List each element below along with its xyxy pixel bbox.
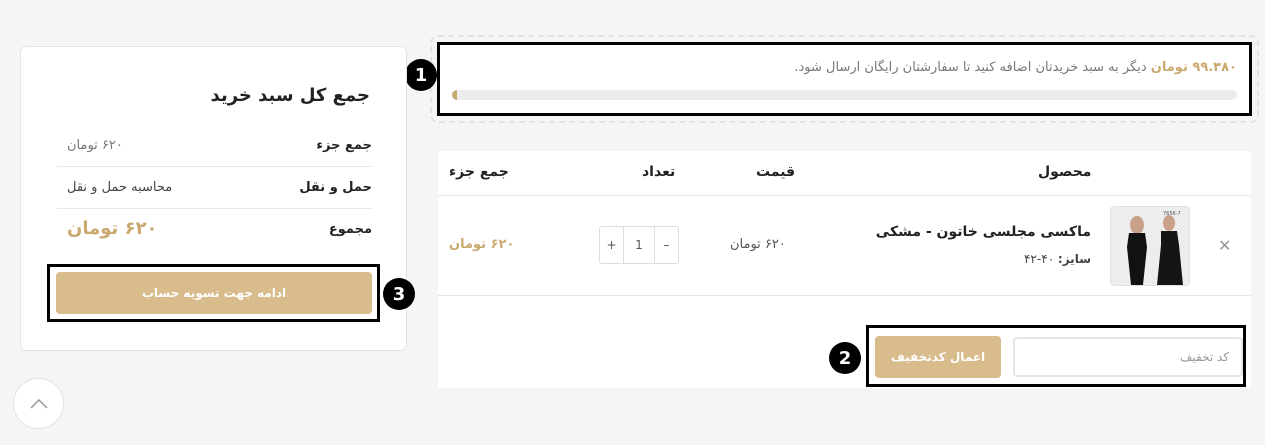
total-label: مجموع — [328, 222, 372, 237]
progress-fill — [452, 90, 457, 100]
apply-coupon-button[interactable]: اعمال کدتخفیف — [875, 336, 1001, 378]
product-price: ۶۲۰ تومان — [730, 237, 786, 252]
free-shipping-progress-bar — [452, 90, 1237, 100]
proceed-to-checkout-button[interactable]: ادامه جهت تسویه حساب — [56, 272, 372, 314]
close-icon[interactable]: ✕ — [1218, 236, 1231, 255]
cart-item-row: ✕ 7656-7 ماکسی مجلسی خاتون - مشکی سایز: … — [438, 196, 1251, 296]
product-size: سایز: ۴۰-۴۲ — [1024, 252, 1091, 266]
totals-shipping-row: حمل و نقل محاسبه حمل و نقل — [57, 167, 372, 209]
product-name[interactable]: ماکسی مجلسی خاتون - مشکی — [876, 224, 1091, 240]
annotation-badge-3: 3 — [383, 278, 415, 310]
size-value: ۴۰-۴۲ — [1023, 252, 1055, 266]
cart-totals-title: جمع کل سبد خرید — [210, 85, 370, 106]
total-value: ۶۲۰ تومان — [67, 218, 158, 239]
cart-table-header: محصول قیمت تعداد جمع جزء — [438, 151, 1251, 196]
quantity-input[interactable]: 1 — [623, 227, 655, 263]
annotation-badge-1: 1 — [405, 59, 437, 91]
free-shipping-notice: ۹۹.۳۸۰ تومان دیگر به سبد خریدتان اضافه ک… — [437, 42, 1252, 116]
totals-subtotal-row: جمع جزء ۶۲۰ تومان — [57, 125, 372, 167]
annotation-badge-2: 2 — [829, 342, 861, 374]
dress-image-icon: 7656-7 — [1111, 207, 1189, 285]
column-header-quantity: تعداد — [642, 164, 676, 180]
shipping-calculator-link[interactable]: محاسبه حمل و نقل — [67, 180, 172, 195]
remaining-amount: ۹۹.۳۸۰ تومان — [1150, 60, 1237, 75]
scroll-to-top-button[interactable] — [13, 378, 64, 429]
coupon-section: اعمال کدتخفیف — [866, 325, 1246, 387]
product-thumbnail[interactable]: 7656-7 — [1110, 206, 1190, 286]
coupon-code-input[interactable] — [1013, 337, 1243, 377]
item-subtotal: ۶۲۰ تومان — [449, 237, 515, 252]
decrease-quantity-button[interactable]: – — [655, 227, 678, 263]
increase-quantity-button[interactable]: + — [600, 227, 623, 263]
column-header-price: قیمت — [756, 164, 796, 180]
free-shipping-message: ۹۹.۳۸۰ تومان دیگر به سبد خریدتان اضافه ک… — [794, 60, 1237, 75]
subtotal-label: جمع جزء — [316, 138, 372, 153]
svg-text:7656-7: 7656-7 — [1163, 211, 1181, 217]
subtotal-value: ۶۲۰ تومان — [67, 138, 123, 153]
size-label: سایز: — [1057, 252, 1091, 266]
column-header-subtotal: جمع جزء — [449, 164, 509, 180]
free-shipping-text: دیگر به سبد خریدتان اضافه کنید تا سفارشت… — [794, 60, 1151, 75]
quantity-stepper: + 1 – — [599, 226, 679, 264]
shipping-label: حمل و نقل — [299, 180, 372, 195]
totals-total-row: مجموع ۶۲۰ تومان — [57, 209, 372, 251]
column-header-product: محصول — [1038, 164, 1092, 180]
chevron-up-icon — [29, 398, 48, 409]
